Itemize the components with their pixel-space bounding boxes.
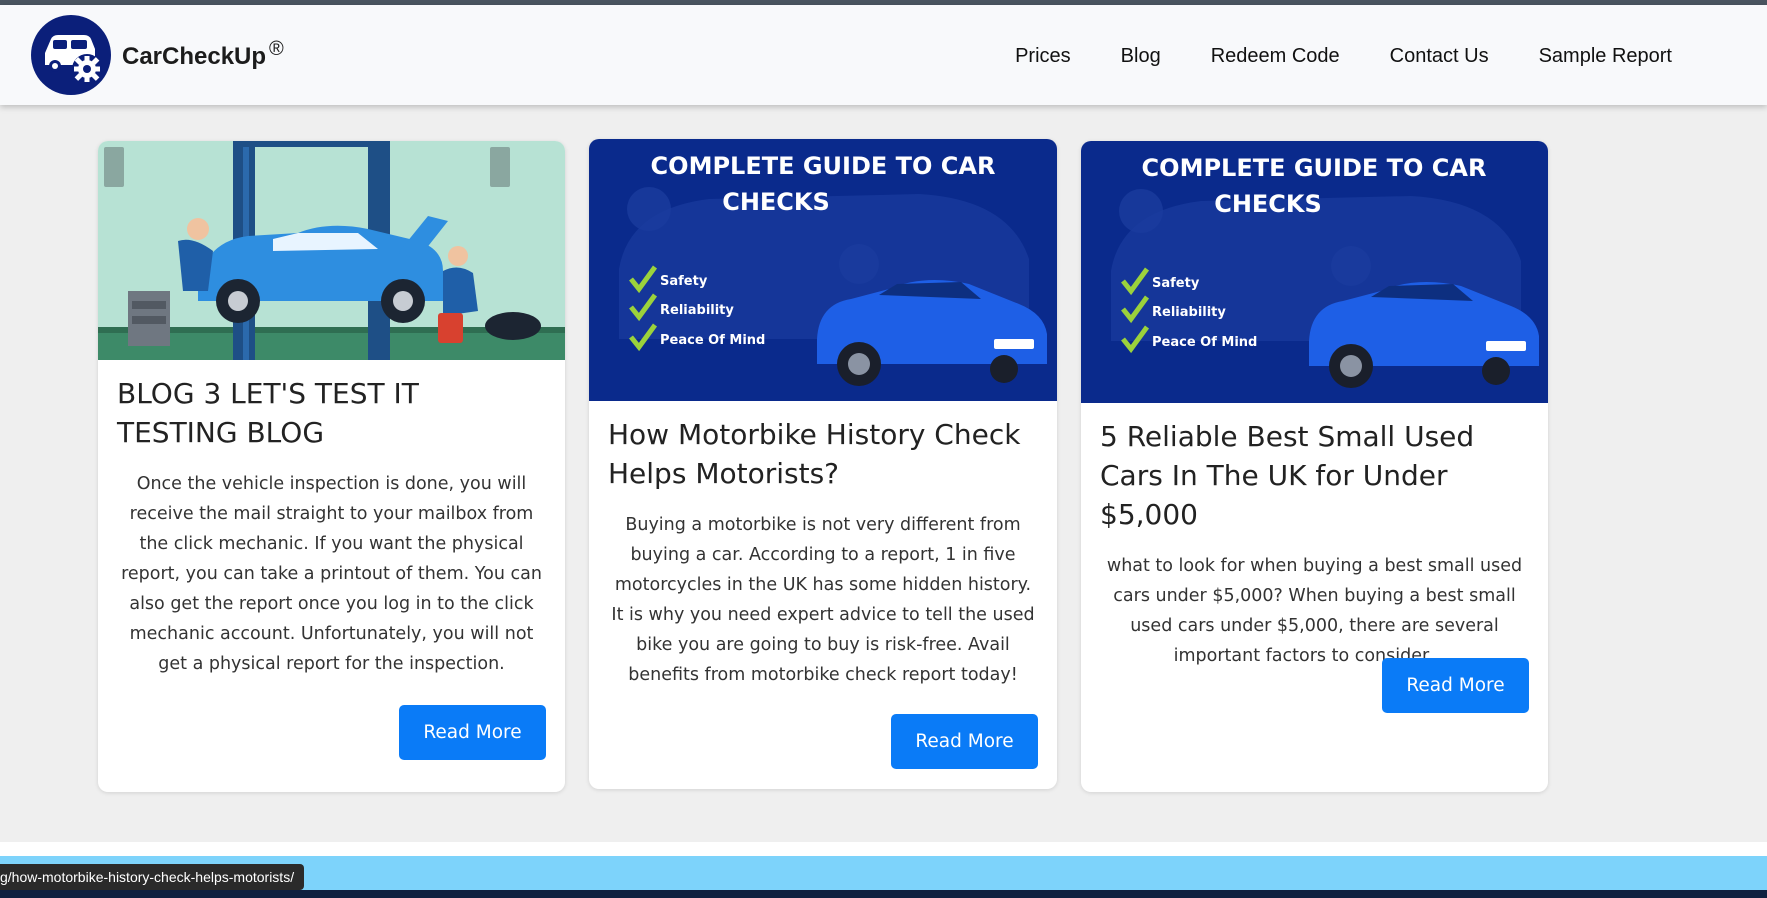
nav-blog[interactable]: Blog [1121, 45, 1161, 68]
blog-card: BLOG 3 LET'S TEST IT TESTING BLOG Once t… [98, 141, 565, 792]
brand-name-text: CarCheckUp [122, 43, 267, 70]
banner-check-reliability: Reliability [1152, 305, 1226, 320]
banner-heading-line1: COMPLETE GUIDE TO CAR [1142, 154, 1487, 182]
link-status-bar: g/how-motorbike-history-check-helps-moto… [0, 864, 305, 890]
footer-dark-strip [0, 890, 1767, 898]
read-more-button[interactable]: Read More [891, 714, 1038, 769]
banner-heading-line2: CHECKS [722, 188, 830, 216]
card-title[interactable]: 5 Reliable Best Small Used Cars In The U… [1081, 417, 1548, 534]
main-nav: Prices Blog Redeem Code Contact Us Sampl… [1015, 45, 1672, 68]
card-title[interactable]: BLOG 3 LET'S TEST IT TESTING BLOG [98, 374, 565, 452]
card-excerpt: Buying a motorbike is not very different… [611, 515, 1035, 685]
brand-name[interactable]: CarCheckUp ® [122, 38, 284, 71]
site-header: CarCheckUp ® Prices Blog Redeem Code Cont… [0, 5, 1767, 105]
blog-card: COMPLETE GUIDE TO CAR CHECKS Safety Reli… [1081, 141, 1548, 792]
blog-card: COMPLETE GUIDE TO CAR CHECKS Safety Reli… [589, 139, 1057, 789]
read-more-button[interactable]: Read More [1382, 658, 1529, 713]
banner-check-safety: Safety [1152, 276, 1200, 291]
garage-illustration-image[interactable] [98, 141, 565, 360]
banner-check-safety: Safety [660, 274, 708, 289]
nav-sample-report[interactable]: Sample Report [1539, 45, 1672, 68]
section-divider [0, 842, 1767, 856]
banner-check-peace: Peace Of Mind [660, 333, 765, 348]
car-check-banner-image[interactable]: COMPLETE GUIDE TO CAR CHECKS Safety Reli… [1081, 141, 1548, 403]
banner-check-peace: Peace Of Mind [1152, 335, 1257, 350]
read-more-button[interactable]: Read More [399, 705, 546, 760]
banner-heading-line1: COMPLETE GUIDE TO CAR [651, 152, 996, 180]
nav-contact-us[interactable]: Contact Us [1390, 45, 1489, 68]
nav-prices[interactable]: Prices [1015, 45, 1071, 68]
card-excerpt: Once the vehicle inspection is done, you… [121, 474, 542, 674]
card-excerpt: what to look for when buying a best smal… [1106, 556, 1523, 666]
carcheckup-logo[interactable] [29, 13, 113, 97]
nav-redeem-code[interactable]: Redeem Code [1211, 45, 1340, 68]
banner-check-reliability: Reliability [660, 303, 734, 318]
car-check-banner-image[interactable]: COMPLETE GUIDE TO CAR CHECKS Safety Reli… [589, 139, 1057, 401]
card-title[interactable]: How Motorbike History Check Helps Motori… [589, 415, 1057, 493]
banner-heading-line2: CHECKS [1214, 190, 1322, 218]
registered-mark: ® [269, 38, 284, 60]
